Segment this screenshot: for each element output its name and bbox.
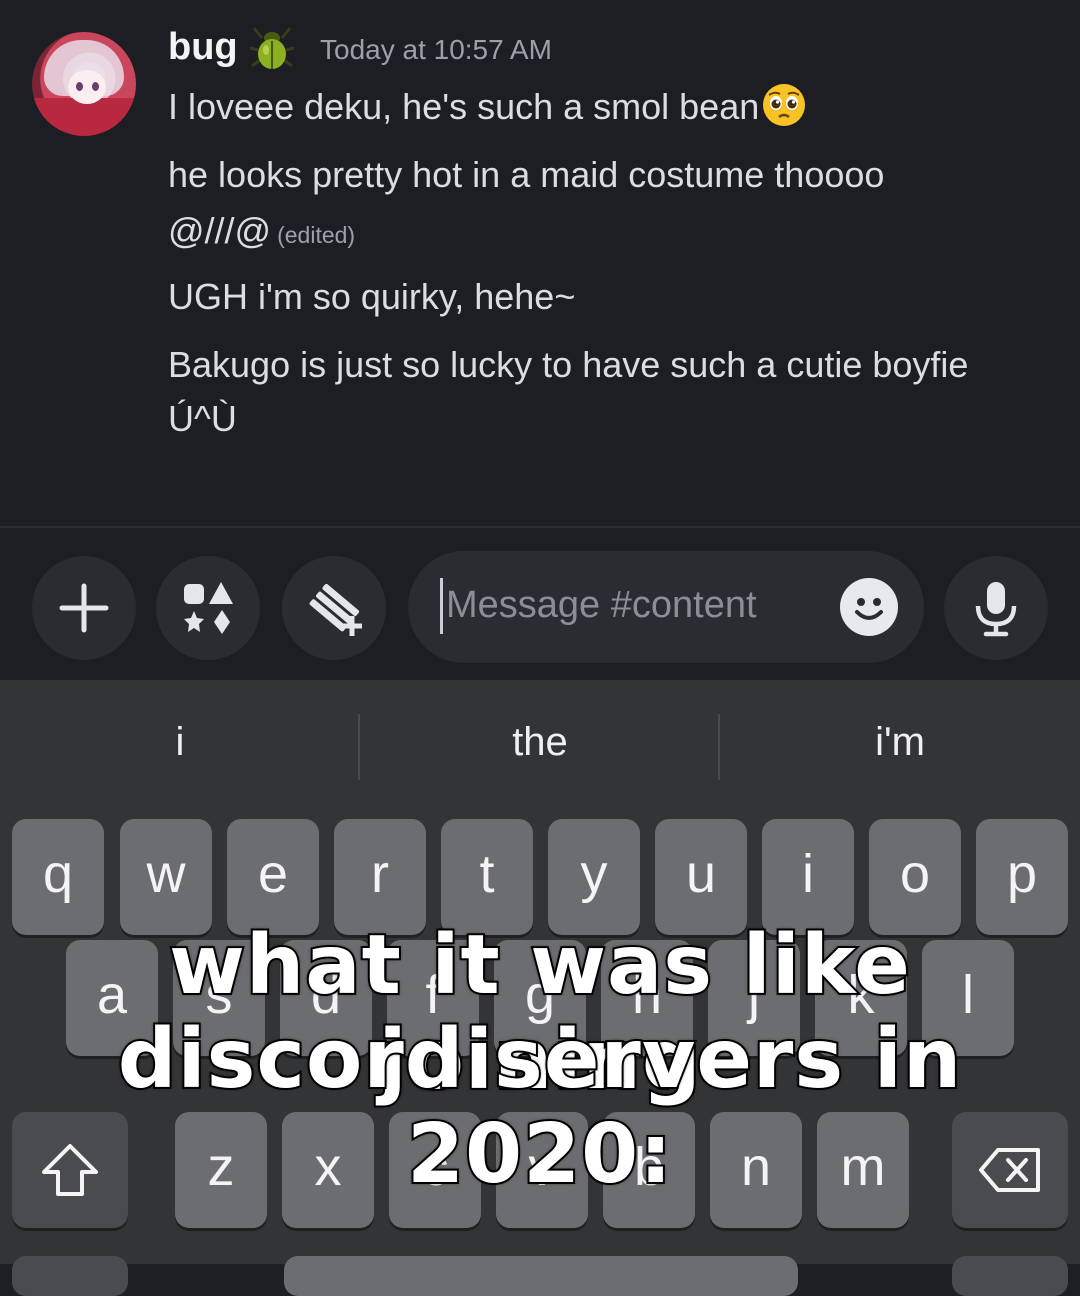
message-input-placeholder: Message #content <box>446 584 757 626</box>
beetle-icon <box>249 27 295 69</box>
emoji-button[interactable] <box>840 578 898 636</box>
gift-icon <box>309 583 362 636</box>
message-text: I loveee deku, he's such a smol bean <box>168 86 760 127</box>
pleading-face-icon <box>763 84 806 127</box>
suggestion-1[interactable]: i <box>0 720 360 765</box>
chat-area <box>0 0 1080 528</box>
message-timestamp: Today at 10:57 AM <box>320 34 552 65</box>
message-line: @///@ (edited) <box>168 210 355 252</box>
apps-button[interactable] <box>156 556 260 660</box>
voice-message-button[interactable] <box>944 556 1048 660</box>
plus-icon <box>59 583 109 633</box>
space-key[interactable] <box>284 1256 798 1296</box>
suggestion-3[interactable]: i'm <box>720 720 1080 765</box>
gift-button[interactable] <box>282 556 386 660</box>
emoji-icon <box>855 598 883 620</box>
apps-icon <box>184 582 233 634</box>
message-line: Bakugo is just so lucky to have such a c… <box>168 344 969 385</box>
message-line: he looks pretty hot in a maid costume th… <box>168 154 885 195</box>
message-text: @///@ <box>168 210 272 251</box>
return-key[interactable] <box>952 1256 1068 1296</box>
message-line: Ú^Ù <box>168 398 237 439</box>
caption-line-2: discord servers in 2020: <box>116 1010 963 1204</box>
message-line: I loveee deku, he's such a smol bean <box>168 84 807 132</box>
edited-label: (edited) <box>277 222 356 248</box>
username[interactable]: bug <box>168 26 238 69</box>
add-attachment-button[interactable] <box>32 556 136 660</box>
microphone-icon <box>975 582 1017 637</box>
avatar[interactable] <box>32 32 136 136</box>
text-caret <box>440 578 443 634</box>
message-line: UGH i'm so quirky, hehe~ <box>168 276 576 317</box>
suggestion-2[interactable]: the <box>360 720 720 765</box>
numbers-key[interactable] <box>12 1256 128 1296</box>
